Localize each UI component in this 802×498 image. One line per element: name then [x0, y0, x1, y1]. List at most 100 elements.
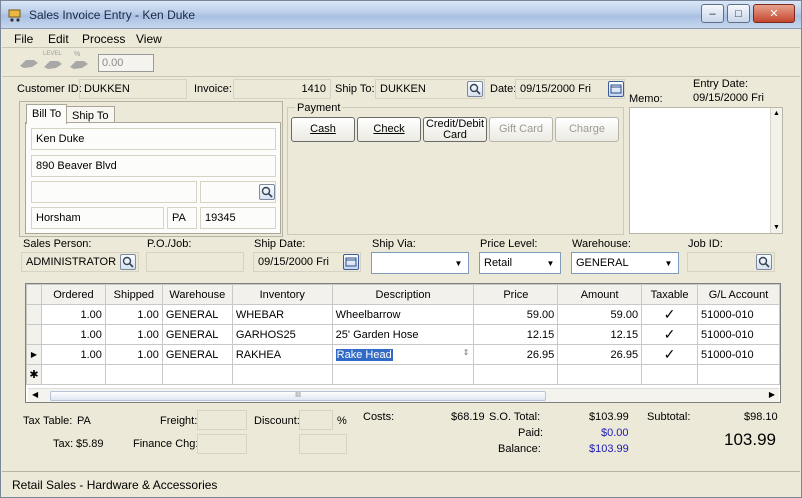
gift-card-button[interactable]: Gift Card	[489, 117, 553, 142]
memo-scrollbar[interactable]: ▲ ▼	[770, 108, 782, 233]
minimize-button[interactable]: –	[701, 4, 724, 23]
date-calendar-icon[interactable]	[608, 81, 624, 97]
cell-ordered[interactable]: 1.00	[40, 344, 106, 365]
menu-file[interactable]: File	[14, 32, 33, 46]
bill-address2-field[interactable]	[31, 181, 197, 203]
cell-description-editing[interactable]: Rake Head ⇕	[331, 344, 475, 365]
job-id-lookup-icon[interactable]	[756, 254, 772, 270]
sales-person-lookup-icon[interactable]	[120, 254, 136, 270]
invoice-field[interactable]: 1410	[233, 79, 331, 99]
cell-empty[interactable]	[40, 364, 106, 385]
bill-street-field[interactable]: 890 Beaver Blvd	[31, 155, 276, 177]
cell-empty[interactable]	[697, 364, 780, 385]
po-job-field[interactable]	[146, 252, 244, 272]
cell-amount[interactable]: 26.95	[557, 344, 643, 365]
ship-to-lookup-icon[interactable]	[467, 81, 483, 97]
finance-chg-field[interactable]	[197, 434, 247, 454]
menu-edit[interactable]: Edit	[48, 32, 69, 46]
cell-empty[interactable]	[473, 364, 559, 385]
cell-taxable-check-icon[interactable]: ✓	[641, 344, 699, 365]
col-warehouse[interactable]: Warehouse	[161, 284, 233, 305]
scroll-down-icon[interactable]: ▼	[773, 224, 780, 231]
col-inventory[interactable]: Inventory	[231, 284, 333, 305]
table-row[interactable]: 1.00 1.00 GENERAL GARHOS25 25' Garden Ho…	[26, 324, 780, 345]
chevron-down-icon[interactable]: ▼	[661, 255, 676, 271]
warehouse-select[interactable]: GENERAL ▼	[571, 252, 679, 274]
ship-date-calendar-icon[interactable]	[343, 254, 359, 270]
cell-gl-account[interactable]: 51000-010	[697, 344, 780, 365]
maximize-button[interactable]: □	[727, 4, 750, 23]
credit-debit-card-button[interactable]: Credit/Debit Card	[423, 117, 487, 142]
bill-city-field[interactable]: Horsham	[31, 207, 164, 229]
close-button[interactable]: ✕	[753, 4, 795, 23]
cell-amount[interactable]: 12.15	[557, 324, 643, 345]
cell-warehouse[interactable]: GENERAL	[161, 304, 233, 325]
description-edit-text[interactable]: Rake Head	[335, 348, 393, 361]
discount-percent-field[interactable]	[299, 410, 333, 430]
check-button[interactable]: Check	[357, 117, 421, 142]
cell-taxable-check-icon[interactable]: ✓	[641, 324, 699, 345]
cell-ordered[interactable]: 1.00	[40, 324, 106, 345]
cell-warehouse[interactable]: GENERAL	[161, 344, 233, 365]
new-row-asterisk-icon[interactable]: ✱	[26, 364, 42, 385]
cell-empty[interactable]	[161, 364, 233, 385]
bill-name-field[interactable]: Ken Duke	[31, 128, 276, 150]
col-shipped[interactable]: Shipped	[104, 284, 163, 305]
cell-empty[interactable]	[557, 364, 643, 385]
level-discount-icon[interactable]: LEVEL	[42, 51, 64, 72]
menu-view[interactable]: View	[136, 32, 162, 46]
cell-shipped[interactable]: 1.00	[104, 344, 163, 365]
col-ordered[interactable]: Ordered	[40, 284, 106, 305]
toolbar-discount-field[interactable]: 0.00	[98, 54, 154, 72]
memo-field[interactable]: ▲ ▼	[629, 107, 783, 234]
freight-field[interactable]	[197, 410, 247, 430]
cell-inventory[interactable]: GARHOS25	[231, 324, 333, 345]
percent-discount-icon[interactable]: %	[68, 51, 90, 72]
cell-amount[interactable]: 59.00	[557, 304, 643, 325]
cell-taxable-check-icon[interactable]: ✓	[641, 304, 699, 325]
cell-description[interactable]: 25' Garden Hose	[331, 324, 475, 345]
address-lookup-icon[interactable]	[259, 184, 275, 200]
row-selector[interactable]	[26, 324, 42, 345]
col-price[interactable]: Price	[473, 284, 559, 305]
cell-empty[interactable]	[231, 364, 333, 385]
col-gl-account[interactable]: G/L Account	[697, 284, 780, 305]
col-taxable[interactable]: Taxable	[641, 284, 699, 305]
ship-via-select[interactable]: ▼	[371, 252, 469, 274]
cell-price[interactable]: 12.15	[473, 324, 559, 345]
table-row-new[interactable]: ✱	[26, 364, 780, 385]
cash-button[interactable]: Cash	[291, 117, 355, 142]
customer-id-field[interactable]: DUKKEN	[79, 79, 187, 99]
discount-amount-field[interactable]	[299, 434, 347, 454]
cell-empty[interactable]	[331, 364, 475, 385]
chevron-down-icon[interactable]: ▼	[543, 255, 558, 271]
col-description[interactable]: Description	[331, 284, 475, 305]
hand-discount-icon[interactable]	[18, 54, 40, 72]
charge-button[interactable]: Charge	[555, 117, 619, 142]
menu-process[interactable]: Process	[82, 32, 125, 46]
table-row[interactable]: 1.00 1.00 GENERAL WHEBAR Wheelbarrow 59.…	[26, 304, 780, 325]
cell-inventory[interactable]: RAKHEA	[231, 344, 333, 365]
cell-ordered[interactable]: 1.00	[40, 304, 106, 325]
cell-gl-account[interactable]: 51000-010	[697, 324, 780, 345]
current-row-arrow-icon[interactable]: ▶	[26, 344, 42, 365]
grid-horizontal-scrollbar[interactable]: ◀ III ▶	[28, 388, 779, 402]
bill-zip-field[interactable]: 19345	[200, 207, 276, 229]
cell-empty[interactable]	[104, 364, 163, 385]
tab-bill-to[interactable]: Bill To	[26, 104, 68, 124]
cell-shipped[interactable]: 1.00	[104, 324, 163, 345]
cell-gl-account[interactable]: 51000-010	[697, 304, 780, 325]
row-selector[interactable]	[26, 304, 42, 325]
spin-icon[interactable]: ⇕	[463, 348, 470, 357]
cell-description[interactable]: Wheelbarrow	[331, 304, 475, 325]
price-level-select[interactable]: Retail ▼	[479, 252, 561, 274]
bill-state-field[interactable]: PA	[167, 207, 197, 229]
scroll-right-icon[interactable]: ▶	[769, 390, 775, 399]
cell-warehouse[interactable]: GENERAL	[161, 324, 233, 345]
table-row-current[interactable]: ▶ 1.00 1.00 GENERAL RAKHEA Rake Head ⇕ 2…	[26, 344, 780, 365]
cell-empty[interactable]	[641, 364, 699, 385]
cell-price[interactable]: 26.95	[473, 344, 559, 365]
cell-price[interactable]: 59.00	[473, 304, 559, 325]
scroll-left-icon[interactable]: ◀	[32, 390, 38, 399]
cell-inventory[interactable]: WHEBAR	[231, 304, 333, 325]
